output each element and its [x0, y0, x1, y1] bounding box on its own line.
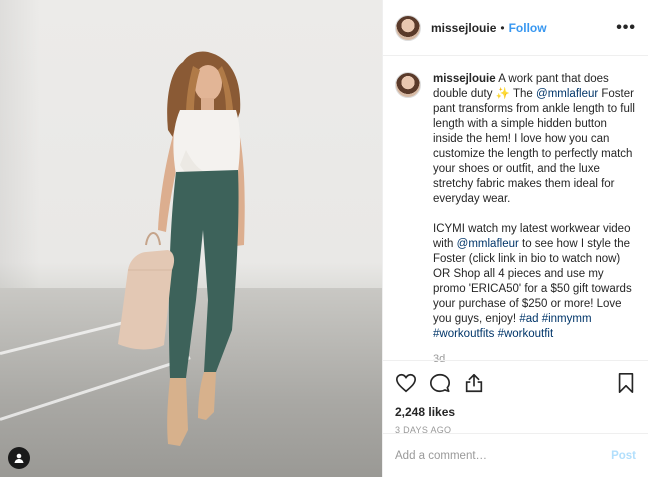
- sparkles-icon: ✨: [495, 88, 510, 100]
- post-sidebar: missejlouie • Follow ••• missejlouie A w…: [382, 0, 648, 477]
- hashtag-link[interactable]: #ad: [519, 313, 538, 325]
- user-tag-icon[interactable]: [8, 447, 30, 469]
- mention-link[interactable]: @mmlafleur: [457, 238, 519, 250]
- hashtag-link[interactable]: #inmymm: [542, 313, 592, 325]
- avatar[interactable]: [395, 14, 421, 41]
- username-link[interactable]: missejlouie: [431, 21, 496, 35]
- caption-text: The: [513, 88, 533, 100]
- action-icons: [395, 371, 636, 395]
- caption-text: Foster pant transforms from ankle length…: [433, 88, 635, 205]
- caption-paragraph-2: ICYMI watch my latest workwear video wit…: [433, 222, 636, 342]
- share-icon[interactable]: [463, 372, 485, 394]
- caption-text: to see how I style the Foster (click lin…: [433, 238, 632, 325]
- mention-link[interactable]: @mmlafleur: [536, 88, 598, 100]
- comment-bar: Add a comment… Post: [383, 433, 648, 477]
- separator-dot: •: [500, 20, 505, 35]
- likes-count[interactable]: 2,248 likes: [395, 405, 636, 419]
- post-modal: missejlouie • Follow ••• missejlouie A w…: [0, 0, 648, 477]
- caption-username[interactable]: missejlouie: [433, 73, 496, 85]
- follow-button[interactable]: Follow: [509, 21, 547, 35]
- hashtag-link[interactable]: #workoutfits: [433, 328, 494, 340]
- action-bar: 2,248 likes 3 DAYS AGO: [383, 360, 648, 435]
- bookmark-icon[interactable]: [616, 372, 636, 394]
- caption-avatar[interactable]: [395, 72, 421, 98]
- person-illustration: [118, 51, 245, 446]
- person-icon: [14, 453, 24, 463]
- post-photo[interactable]: [0, 0, 382, 477]
- comment-icon[interactable]: [429, 372, 451, 394]
- post-header: missejlouie • Follow •••: [383, 0, 648, 56]
- more-options-icon[interactable]: •••: [616, 19, 636, 37]
- post-comment-button[interactable]: Post: [611, 450, 636, 462]
- hashtag-link[interactable]: #workoutfit: [498, 328, 554, 340]
- comment-input[interactable]: Add a comment…: [395, 450, 487, 462]
- heart-icon[interactable]: [395, 372, 417, 394]
- caption-paragraph-1: missejlouie A work pant that does double…: [433, 72, 636, 207]
